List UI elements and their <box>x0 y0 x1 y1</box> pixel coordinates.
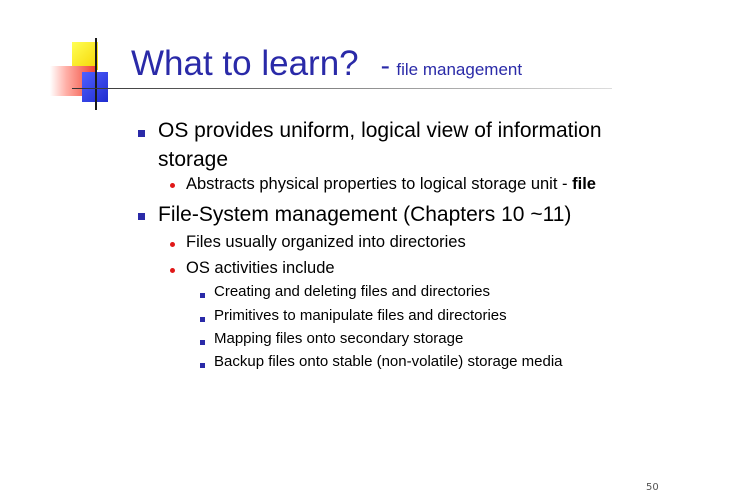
level3-bullet <box>200 317 205 322</box>
level3-bullet <box>200 363 205 368</box>
level2-bullet <box>170 242 175 247</box>
bullet-1-line2: storage <box>158 148 229 171</box>
title-subtitle: file management <box>396 60 523 79</box>
level1-bullet <box>138 213 145 220</box>
bullet-1-line1: OS provides uniform, logical view of inf… <box>158 119 602 142</box>
title-separator: - <box>380 50 390 81</box>
list-item: Primitives to manipulate files and direc… <box>214 307 507 324</box>
bullet-1-sub-1-bold: file <box>572 175 596 193</box>
slide: What to learn? - file management OS provi… <box>0 0 740 504</box>
bullet-1-sub-1: Abstracts physical properties to logical… <box>186 175 596 194</box>
bullet-1-sub-1-text: Abstracts physical properties to logical… <box>186 175 573 193</box>
level2-bullet <box>170 183 175 188</box>
slide-title: What to learn? - file management <box>131 44 522 84</box>
level3-bullet <box>200 293 205 298</box>
bullet-2-sub-2: OS activities include <box>186 259 335 277</box>
bullet-1-text: OS provides uniform, logical view of inf… <box>158 116 602 174</box>
bullet-2-text: File-System management (Chapters 10 ~11) <box>158 203 572 226</box>
list-item: Backup files onto stable (non-volatile) … <box>214 353 563 370</box>
vertical-rule <box>95 38 97 110</box>
list-item: Mapping files onto secondary storage <box>214 330 464 347</box>
list-item: Creating and deleting files and director… <box>214 283 490 300</box>
title-main: What to learn? <box>131 44 359 83</box>
page-number: 50 <box>646 482 659 493</box>
level1-bullet <box>138 130 145 137</box>
level3-bullet <box>200 340 205 345</box>
bullet-2-sub-1: Files usually organized into directories <box>186 233 466 251</box>
title-underline <box>72 88 612 89</box>
title-decoration <box>0 0 140 120</box>
level2-bullet <box>170 268 175 273</box>
